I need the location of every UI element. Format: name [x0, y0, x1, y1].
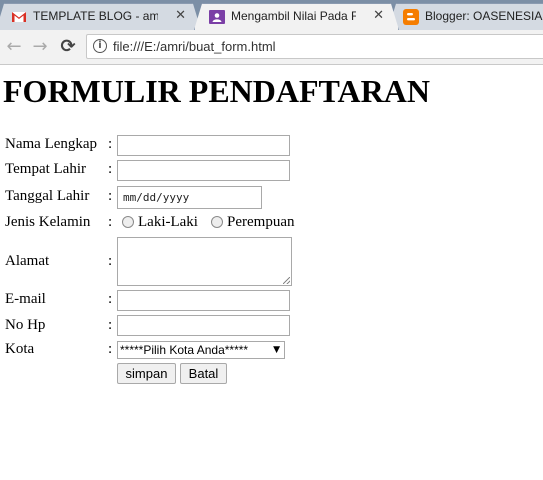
label-no-hp: No Hp — [5, 317, 46, 333]
back-arrow-icon[interactable]: ← — [3, 36, 25, 58]
kota-selected-value: *****Pilih Kota Anda***** — [120, 343, 249, 357]
radio-perempuan[interactable] — [211, 216, 223, 228]
label-tanggal-lahir: Tanggal Lahir — [5, 188, 90, 204]
address-bar[interactable]: i file:///E:/amri/buat_form.html — [86, 34, 543, 59]
tab-mengambil-nilai[interactable]: Mengambil Nilai Pada Fo ✕ — [194, 3, 399, 30]
gmail-icon — [12, 12, 26, 22]
colon: : — [108, 214, 113, 230]
tab-title: Blogger: OASENESIA - — [425, 9, 543, 23]
close-tab-icon[interactable]: ✕ — [175, 8, 186, 23]
forward-arrow-icon[interactable]: → — [29, 36, 51, 58]
colon: : — [108, 161, 113, 177]
resize-handle[interactable] — [283, 277, 290, 284]
alamat-textarea[interactable] — [117, 237, 292, 286]
radio-label-perempuan: Perempuan — [227, 214, 295, 230]
colon: : — [108, 341, 113, 357]
close-tab-icon[interactable]: ✕ — [373, 8, 384, 23]
colon: : — [108, 136, 113, 152]
radio-label-laki-laki: Laki-Laki — [138, 214, 198, 230]
tab-strip: TEMPLATE BLOG - amri.y ✕ Mengambil Nilai… — [0, 0, 543, 30]
browser-toolbar: ← → ⟳ i file:///E:/amri/buat_form.html — [0, 30, 543, 65]
email-input[interactable] — [117, 290, 290, 311]
nama-lengkap-input[interactable] — [117, 135, 290, 156]
radio-laki-laki[interactable] — [122, 216, 134, 228]
blogger-icon — [403, 9, 419, 25]
tab-title: TEMPLATE BLOG - amri.y — [33, 9, 158, 23]
no-hp-input[interactable] — [117, 315, 290, 336]
kota-select[interactable]: *****Pilih Kota Anda***** ▼ — [117, 341, 285, 359]
label-nama-lengkap: Nama Lengkap — [5, 136, 98, 152]
colon: : — [108, 188, 113, 204]
classroom-icon — [209, 10, 225, 24]
colon: : — [108, 317, 113, 333]
tab-title: Mengambil Nilai Pada Fo — [231, 9, 356, 23]
label-alamat: Alamat — [5, 253, 50, 269]
batal-button[interactable]: Batal — [180, 363, 227, 384]
tanggal-lahir-input[interactable]: mm/dd/yyyy — [117, 186, 262, 209]
colon: : — [108, 291, 113, 307]
tempat-lahir-input[interactable] — [117, 160, 290, 181]
page-title: FORMULIR PENDAFTARAN — [3, 73, 430, 109]
info-icon[interactable]: i — [93, 39, 107, 53]
label-email: E-mail — [5, 291, 46, 307]
url-text[interactable]: file:///E:/amri/buat_form.html — [113, 39, 276, 54]
dropdown-arrow-icon: ▼ — [273, 345, 280, 355]
colon: : — [108, 253, 113, 269]
tab-template-blog[interactable]: TEMPLATE BLOG - amri.y ✕ — [0, 3, 201, 30]
simpan-button[interactable]: simpan — [117, 363, 176, 384]
label-jenis-kelamin: Jenis Kelamin — [5, 214, 91, 230]
label-tempat-lahir: Tempat Lahir — [5, 161, 86, 177]
tab-blogger[interactable]: Blogger: OASENESIA - — [388, 3, 543, 30]
label-kota: Kota — [5, 341, 35, 357]
reload-icon[interactable]: ⟳ — [57, 36, 79, 58]
